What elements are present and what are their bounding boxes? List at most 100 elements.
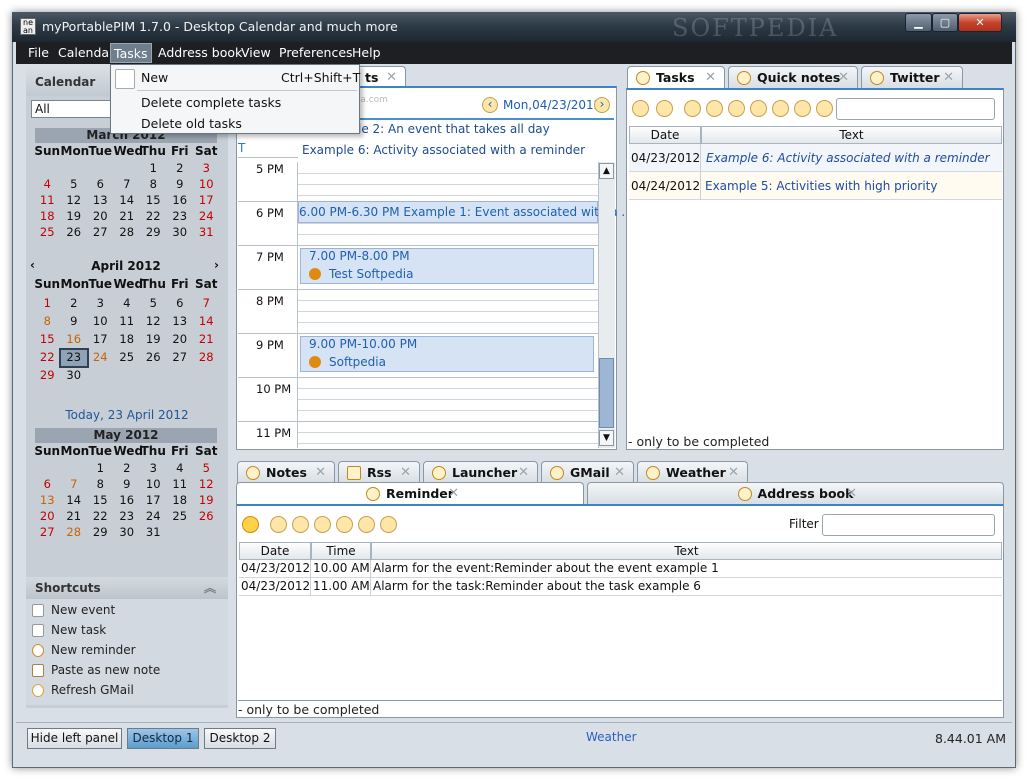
event-block[interactable]: 9.00 PM-10.00 PM Softpedia bbox=[300, 336, 594, 372]
collapse-icon[interactable]: ︽ bbox=[204, 579, 216, 596]
april-week-2[interactable]: 8 9 10 11 12 13 14 bbox=[34, 314, 220, 330]
current-date[interactable]: Mon,04/23/2012 bbox=[503, 98, 601, 112]
march-week-2[interactable]: 4 5 6 7 8 9 10 bbox=[34, 177, 220, 193]
shortcut-new-task[interactable]: New task bbox=[32, 623, 106, 637]
reminder-row[interactable]: 04/23/2012 10.00 AM Alarm for the event:… bbox=[239, 560, 1002, 578]
desktop-1-button[interactable]: Desktop 1 bbox=[127, 728, 199, 749]
hour-label: 6 PM bbox=[238, 201, 298, 245]
march-week-1[interactable]: 123 bbox=[34, 161, 220, 177]
all-day-event[interactable]: le 2: An event that takes all day bbox=[358, 122, 550, 136]
task-col-date[interactable]: Date bbox=[629, 126, 701, 144]
next-day-button[interactable]: › bbox=[594, 97, 610, 113]
april-week-1[interactable]: 1234567 bbox=[34, 296, 220, 312]
rem-col-divider bbox=[310, 560, 311, 596]
march-week-5[interactable]: 25 26 27 28 29 30 31 bbox=[34, 225, 220, 241]
tab-twitter[interactable]: Twitter ✕ bbox=[861, 66, 963, 88]
edit-icon[interactable] bbox=[270, 516, 287, 533]
menu-item-new[interactable]: New bbox=[141, 70, 168, 85]
desktop-2-button[interactable]: Desktop 2 bbox=[204, 728, 276, 749]
scroll-thumb[interactable] bbox=[599, 358, 614, 428]
event-block[interactable]: 7.00 PM-8.00 PM Test Softpedia bbox=[300, 248, 594, 284]
tab-notes[interactable]: Notes ✕ bbox=[237, 461, 335, 483]
menu-item-delete-old[interactable]: Delete old tasks bbox=[141, 116, 242, 131]
copy-icon[interactable] bbox=[314, 516, 331, 533]
menu-file[interactable]: File bbox=[28, 45, 49, 60]
may-week-4[interactable]: 20 21 22 23 24 25 26 bbox=[34, 509, 220, 525]
menu-preferences[interactable]: Preferences bbox=[279, 45, 353, 60]
minimize-button[interactable]: ▁ bbox=[905, 13, 932, 32]
app-icon: ne an bbox=[20, 18, 36, 35]
march-week-3[interactable]: 11 12 13 14 15 16 17 bbox=[34, 193, 220, 209]
filter-input[interactable] bbox=[822, 514, 995, 536]
scroll-up-button[interactable]: ▲ bbox=[599, 163, 614, 179]
tab-reminder[interactable]: Reminder ✕ bbox=[236, 482, 584, 504]
email-icon[interactable] bbox=[380, 516, 397, 533]
menu-view[interactable]: View bbox=[241, 45, 271, 60]
task-search-input[interactable] bbox=[836, 98, 995, 120]
may-week-1[interactable]: 12345 bbox=[34, 461, 220, 477]
shortcut-paste-note[interactable]: Paste as new note bbox=[32, 663, 160, 677]
may-week-5[interactable]: 27 28 29 30 31 bbox=[34, 525, 220, 541]
calendar-title: Calendar bbox=[35, 75, 96, 89]
title-bar[interactable]: ne an myPortablePIM 1.7.0 - Desktop Calen… bbox=[12, 12, 1016, 42]
weather-link[interactable]: Weather bbox=[586, 730, 637, 744]
tab-launcher[interactable]: Launcher ✕ bbox=[423, 461, 538, 483]
new-task-tool-icon[interactable] bbox=[632, 100, 649, 117]
task-row[interactable]: 04/24/2012 Example 5: Activities with hi… bbox=[629, 172, 1002, 200]
tab-weather[interactable]: Weather ✕ bbox=[637, 461, 748, 483]
copy-icon[interactable] bbox=[750, 100, 767, 117]
today-label[interactable]: Today, 23 April 2012 bbox=[26, 408, 228, 422]
reminder-row[interactable]: 04/23/2012 11.00 AM Alarm for the task:R… bbox=[239, 578, 1002, 596]
format-icon[interactable] bbox=[772, 100, 789, 117]
print-icon[interactable] bbox=[794, 100, 811, 117]
shortcuts-header[interactable]: Shortcuts ︽ bbox=[26, 577, 228, 599]
april-week-5[interactable]: 29 30 bbox=[34, 368, 220, 384]
shortcut-new-reminder[interactable]: New reminder bbox=[32, 643, 136, 657]
task-col-text[interactable]: Text bbox=[701, 126, 1002, 144]
task-icon bbox=[32, 623, 44, 637]
edit-icon[interactable] bbox=[706, 100, 723, 117]
reminder-panel bbox=[236, 504, 1004, 718]
march-week-4[interactable]: 18 19 20 21 22 23 24 bbox=[34, 209, 220, 225]
email-icon[interactable] bbox=[816, 100, 833, 117]
may-week-2[interactable]: 6 7 8 9 10 11 12 bbox=[34, 477, 220, 493]
prev-day-button[interactable]: ‹ bbox=[482, 97, 498, 113]
april-week-3[interactable]: 15 16 17 18 19 20 21 bbox=[34, 332, 220, 348]
hour-label: 10 PM bbox=[238, 377, 298, 421]
rem-col-divider bbox=[370, 560, 371, 596]
tasks-footer[interactable]: - only to be completed bbox=[628, 434, 769, 449]
close-button[interactable]: ✕ bbox=[958, 13, 1002, 32]
tab-tasks[interactable]: Tasks ✕ bbox=[627, 66, 725, 88]
april-week-4[interactable]: 22 23 24 25 26 27 28 bbox=[34, 348, 220, 368]
event-block[interactable]: 6.00 PM-6.30 PM Example 1: Event associa… bbox=[298, 201, 633, 223]
hide-left-panel-button[interactable]: Hide left panel bbox=[27, 728, 122, 749]
menu-help[interactable]: Help bbox=[352, 45, 381, 60]
print-icon[interactable] bbox=[358, 516, 375, 533]
may-week-3[interactable]: 13 14 15 16 17 18 19 bbox=[34, 493, 220, 509]
menu-item-delete-complete[interactable]: Delete complete tasks bbox=[141, 95, 281, 110]
menu-address-book[interactable]: Address book bbox=[158, 45, 242, 60]
reminder-footer[interactable]: - only to be completed bbox=[238, 702, 379, 717]
task-row[interactable]: 04/23/2012 Example 6: Activity associate… bbox=[629, 144, 1002, 172]
tab-gmail[interactable]: GMail ✕ bbox=[541, 461, 634, 483]
rem-col-time[interactable]: Time bbox=[311, 542, 371, 560]
shortcut-refresh-gmail[interactable]: Refresh GMail bbox=[32, 683, 134, 697]
scroll-down-button[interactable]: ▼ bbox=[599, 430, 614, 446]
complete-icon[interactable] bbox=[684, 100, 701, 117]
delete-icon[interactable] bbox=[728, 100, 745, 117]
add-icon[interactable] bbox=[242, 516, 259, 533]
menu-calendar[interactable]: Calendar bbox=[58, 45, 114, 60]
rem-col-date[interactable]: Date bbox=[239, 542, 311, 560]
maximize-button[interactable]: ▢ bbox=[932, 13, 958, 32]
rem-col-text[interactable]: Text bbox=[371, 542, 1002, 560]
tab-quick-notes[interactable]: Quick notes ✕ bbox=[728, 66, 858, 88]
menu-tasks[interactable]: Tasks bbox=[110, 43, 152, 63]
shortcut-new-event[interactable]: New event bbox=[32, 603, 115, 617]
filter-label: Filter bbox=[789, 517, 819, 531]
undo-icon[interactable] bbox=[656, 100, 673, 117]
tab-address-book[interactable]: Address book ✕ bbox=[587, 482, 1004, 504]
delete-icon[interactable] bbox=[292, 516, 309, 533]
format-icon[interactable] bbox=[336, 516, 353, 533]
reminder-event[interactable]: Example 6: Activity associated with a re… bbox=[302, 143, 585, 157]
tab-rss[interactable]: Rss ✕ bbox=[338, 461, 420, 483]
